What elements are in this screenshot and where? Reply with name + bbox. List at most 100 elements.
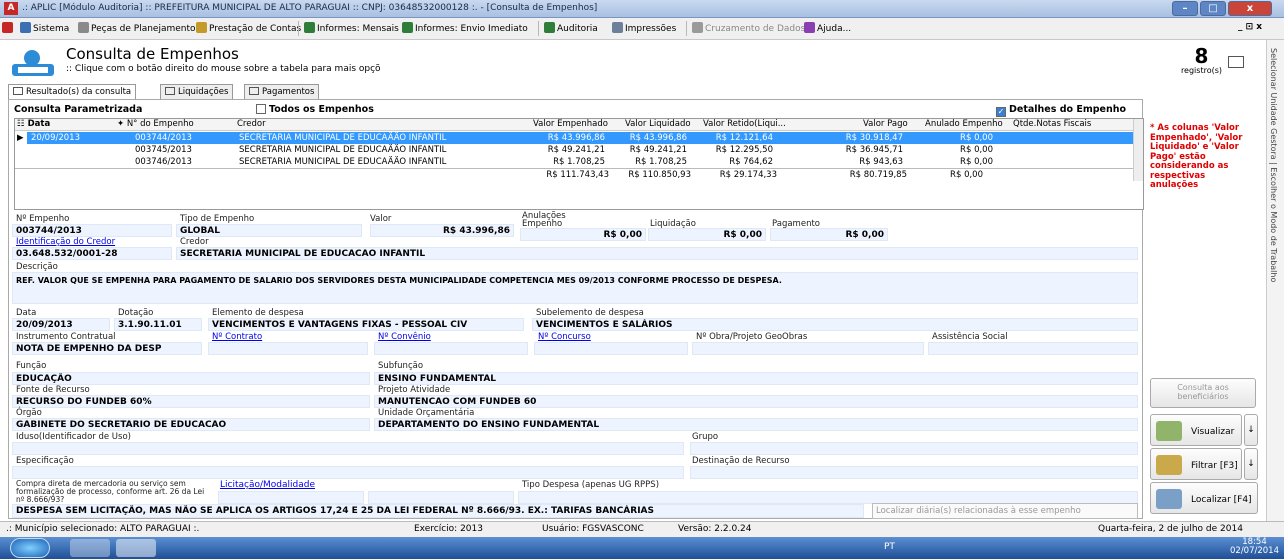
field-valor[interactable]: R$ 43.996,86 bbox=[370, 224, 514, 237]
taskbar-aplic-app[interactable] bbox=[116, 539, 156, 557]
field-anul-pagamento[interactable]: R$ 0,00 bbox=[770, 228, 888, 241]
title-bar: A .: APLIC [Módulo Auditoria] :: PREFEIT… bbox=[0, 0, 1284, 18]
field-obra[interactable] bbox=[692, 342, 924, 355]
field-elemento[interactable]: VENCIMENTOS E VANTAGENS FIXAS - PESSOAL … bbox=[208, 318, 524, 331]
field-grupo[interactable] bbox=[690, 442, 1138, 455]
localizar-diarias-button[interactable]: Localizar diária(s) relacionadas à esse … bbox=[872, 503, 1138, 519]
field-funcao[interactable]: EDUCAÇÃO bbox=[12, 372, 370, 385]
tab-liquidacoes[interactable]: Liquidações bbox=[160, 84, 234, 99]
menu-auditoria[interactable]: Auditoria bbox=[544, 22, 598, 34]
mdi-window-controls[interactable]: _ ⊡ x bbox=[1238, 22, 1262, 32]
field-anul-empenho[interactable]: R$ 0,00 bbox=[520, 228, 646, 241]
filtrar-button[interactable]: Filtrar [F3] bbox=[1150, 448, 1242, 480]
status-usuario: Usuário: FGSVASCONC bbox=[542, 524, 644, 534]
maximize-button[interactable]: □ bbox=[1200, 1, 1226, 16]
filter-icon bbox=[1156, 455, 1182, 475]
field-iduso[interactable] bbox=[12, 442, 684, 455]
cell-num: 003744/2013 bbox=[135, 133, 192, 143]
search-people-icon bbox=[12, 50, 54, 76]
table-row[interactable]: ▶ 20/09/2013 003744/2013 SECRETARIA MUNI… bbox=[15, 132, 1133, 144]
menu-prestacao-contas[interactable]: Prestação de Contas bbox=[196, 22, 301, 34]
menu-cruzamento[interactable]: Cruzamento de Dados bbox=[692, 22, 805, 34]
field-credor[interactable]: SECRETARIA MUNICIPAL DE EDUCACAO INFANTI… bbox=[176, 247, 1138, 260]
field-licit-2[interactable] bbox=[368, 491, 514, 504]
field-licitacao-desc[interactable]: DESPESA SEM LICITAÇÃO, MAS NÃO SE APLICA… bbox=[12, 504, 864, 518]
table-row[interactable]: 003745/2013 SECRETARIA MUNICIPAL DE EDUC… bbox=[15, 144, 1133, 156]
menu-pecas-planejamento[interactable]: Peças de Planejamento bbox=[78, 22, 196, 34]
field-orgao[interactable]: GABINETE DO SECRETARIO DE EDUCACAO bbox=[12, 418, 370, 431]
col-anul[interactable]: Anulado Empenho bbox=[925, 119, 1003, 131]
field-instrumento[interactable]: NOTA DE EMPENHO DA DESP bbox=[12, 342, 202, 355]
link-contrato[interactable]: Nº Contrato bbox=[212, 332, 262, 342]
close-button[interactable]: x bbox=[1228, 1, 1272, 16]
localizar-button[interactable]: Localizar [F4] bbox=[1150, 482, 1258, 514]
field-subfuncao[interactable]: ENSINO FUNDAMENTAL bbox=[374, 372, 1138, 385]
visualizar-button[interactable]: Visualizar bbox=[1150, 414, 1242, 446]
field-descricao[interactable]: REF. VALOR QUE SE EMPENHA PARA PAGAMENTO… bbox=[12, 272, 1138, 304]
field-contrato[interactable] bbox=[208, 342, 368, 355]
language-indicator[interactable]: PT bbox=[884, 542, 895, 552]
field-licit-1[interactable] bbox=[218, 491, 364, 504]
field-assistencia[interactable] bbox=[928, 342, 1138, 355]
cell-liq: R$ 43.996,86 bbox=[629, 133, 687, 143]
totals-row: R$ 111.743,43 R$ 110.850,93 R$ 29.174,33… bbox=[15, 168, 1133, 180]
col-credor[interactable]: Credor bbox=[237, 119, 266, 131]
field-destinacao[interactable] bbox=[690, 466, 1138, 479]
menu-sistema[interactable]: Sistema bbox=[20, 22, 69, 34]
field-anul-liquidacao[interactable]: R$ 0,00 bbox=[648, 228, 766, 241]
field-numero[interactable]: 003744/2013 bbox=[12, 224, 172, 237]
link-concurso[interactable]: Nº Concurso bbox=[538, 332, 591, 342]
filtrar-dropdown[interactable]: ↓ bbox=[1244, 448, 1258, 480]
link-convenio[interactable]: Nº Convênio bbox=[378, 332, 431, 342]
total-liq: R$ 110.850,93 bbox=[628, 170, 691, 180]
field-dotacao[interactable]: 3.1.90.11.01 bbox=[114, 318, 202, 331]
status-versao: Versão: 2.2.0.24 bbox=[678, 524, 752, 534]
all-empenhos-checkbox[interactable]: Todos os Empenhos bbox=[256, 104, 374, 115]
field-fonte[interactable]: RECURSO DO FUNDEB 60% bbox=[12, 395, 370, 408]
field-data[interactable]: 20/09/2013 bbox=[12, 318, 110, 331]
col-ret[interactable]: Valor Retido(Liqui... bbox=[703, 119, 786, 131]
field-tipo[interactable]: GLOBAL bbox=[176, 224, 362, 237]
grid-scrollbar[interactable] bbox=[1133, 119, 1143, 181]
col-num[interactable]: ✦ N° do Empenho bbox=[117, 119, 194, 131]
tab-pagamentos[interactable]: Pagamentos bbox=[244, 84, 320, 99]
link-identificacao-credor[interactable]: Identificação do Credor bbox=[16, 237, 115, 247]
col-emp[interactable]: Valor Empenhado bbox=[533, 119, 608, 131]
link-licitacao[interactable]: Licitação/Modalidade bbox=[220, 480, 315, 490]
col-data[interactable]: ☷ Data bbox=[17, 119, 50, 131]
clock[interactable]: 18:54 02/07/2014 bbox=[1230, 538, 1279, 556]
print-icon bbox=[612, 22, 623, 33]
field-subelemento[interactable]: VENCIMENTOS E SALÁRIOS bbox=[532, 318, 1138, 331]
empenhos-grid[interactable]: ☷ Data ✦ N° do Empenho Credor Valor Empe… bbox=[14, 118, 1144, 210]
label-unidade: Unidade Orçamentária bbox=[378, 408, 475, 418]
field-projeto[interactable]: MANUTENCAO COM FUNDEB 60 bbox=[374, 395, 1138, 408]
menu-informes-mensais[interactable]: Informes: Mensais bbox=[304, 22, 399, 34]
field-unidade[interactable]: DEPARTAMENTO DO ENSINO FUNDAMENTAL bbox=[374, 418, 1138, 431]
col-liq[interactable]: Valor Liquidado bbox=[625, 119, 691, 131]
field-convenio[interactable] bbox=[374, 342, 528, 355]
field-concurso[interactable] bbox=[534, 342, 688, 355]
visualizar-dropdown[interactable]: ↓ bbox=[1244, 414, 1258, 446]
record-grid-icon[interactable] bbox=[1228, 56, 1244, 68]
col-pago[interactable]: Valor Pago bbox=[863, 119, 908, 131]
record-count: 8 registro(s) bbox=[1181, 46, 1222, 75]
right-tool-strip[interactable]: Selecionar Unidade Gestora | Escolher o … bbox=[1266, 40, 1284, 521]
taskbar-pdf-app[interactable] bbox=[70, 539, 110, 557]
menu-informes-envio[interactable]: Informes: Envio Imediato bbox=[402, 22, 528, 34]
field-especificacao[interactable] bbox=[12, 466, 684, 479]
columns-note: * As colunas 'Valor Empenhado', 'Valor L… bbox=[1150, 123, 1243, 190]
system-icon bbox=[20, 22, 31, 33]
field-identificacao[interactable]: 03.648.532/0001-28 bbox=[12, 247, 172, 260]
beneficiarios-button[interactable]: Consulta aos beneficiários bbox=[1150, 378, 1256, 408]
tab-resultados[interactable]: Resultado(s) da consulta bbox=[8, 84, 137, 100]
record-count-value: 8 bbox=[1194, 44, 1209, 68]
menu-ajuda[interactable]: Ajuda... bbox=[804, 22, 851, 34]
table-row[interactable]: 003746/2013 SECRETARIA MUNICIPAL DE EDUC… bbox=[15, 156, 1133, 168]
details-checkbox[interactable]: ✓ Detalhes do Empenho bbox=[996, 104, 1126, 117]
start-button[interactable] bbox=[10, 538, 50, 558]
menu-impressoes[interactable]: Impressões bbox=[612, 22, 676, 34]
planning-icon bbox=[78, 22, 89, 33]
minimize-button[interactable]: – bbox=[1172, 1, 1198, 16]
crossdata-icon bbox=[692, 22, 703, 33]
col-notas[interactable]: Qtde.Notas Fiscais bbox=[1013, 119, 1091, 131]
